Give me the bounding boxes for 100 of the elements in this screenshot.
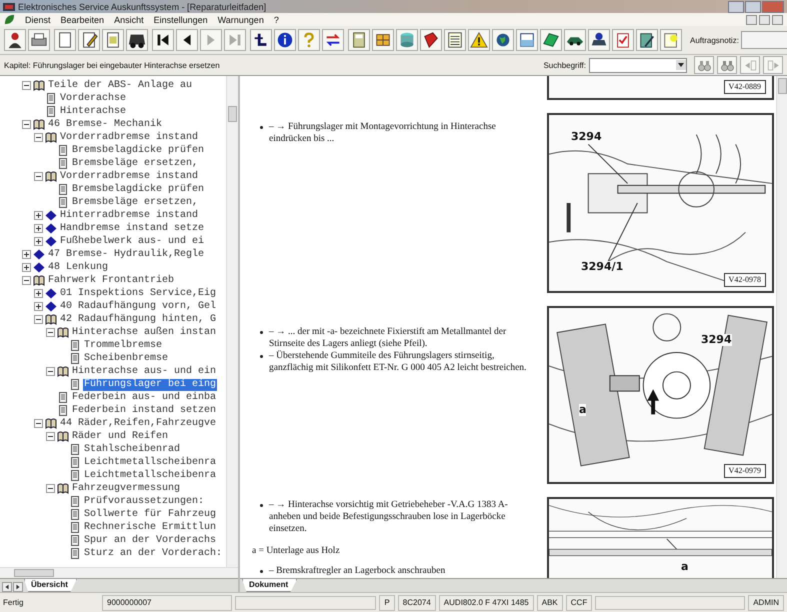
tree-item[interactable]: Bremsbelagdicke prüfen <box>71 184 206 196</box>
warning-button[interactable] <box>468 29 490 51</box>
tree-item[interactable]: Hinterachse aus- und ein <box>71 366 218 378</box>
scrollbar-thumb[interactable] <box>228 106 237 122</box>
expand-toggle[interactable] <box>34 289 43 298</box>
tree-item[interactable]: Räder und Reifen <box>71 430 170 442</box>
scrollbar-thumb[interactable] <box>14 569 54 577</box>
menu-item[interactable]: Warnungen <box>218 14 264 24</box>
vehicle-info-button[interactable] <box>588 29 610 51</box>
collapse-toggle[interactable] <box>34 133 43 142</box>
tab[interactable]: Übersicht <box>24 579 77 592</box>
scrollbar[interactable] <box>226 76 238 567</box>
tray-button[interactable] <box>516 29 538 51</box>
tree-item[interactable]: Vorderradbremse instand <box>59 132 200 144</box>
globe-button[interactable] <box>492 29 514 51</box>
book-button[interactable] <box>420 29 442 51</box>
tree-item[interactable]: Fußhebelwerk aus- und ei <box>59 236 206 248</box>
list-button[interactable] <box>444 29 466 51</box>
search-combobox[interactable] <box>589 58 687 72</box>
checklist-button[interactable] <box>612 29 634 51</box>
tree-item[interactable]: Teile der ABS- Anlage au <box>47 80 194 92</box>
folder-button[interactable] <box>540 29 562 51</box>
tree-item[interactable]: Sollwerte für Fahrzeug <box>83 508 218 520</box>
tree-item[interactable]: Trommelbremse <box>83 340 164 352</box>
tree-item[interactable]: Scheibenbremse <box>83 352 170 364</box>
collapse-toggle[interactable] <box>34 419 43 428</box>
tree-item[interactable]: Führungslager bei eing <box>83 378 218 390</box>
expand-toggle[interactable] <box>22 250 31 259</box>
expand-toggle[interactable] <box>22 263 31 272</box>
tree-item[interactable]: Bremsbeläge ersetzen, <box>71 158 200 170</box>
info-button[interactable] <box>274 29 296 51</box>
expand-toggle[interactable] <box>34 237 43 246</box>
first-button[interactable] <box>152 29 174 51</box>
tree-item[interactable]: Fahrzeugvermessung <box>71 482 182 494</box>
tree-item[interactable]: Vorderradbremse instand <box>59 170 200 182</box>
vehicle-button[interactable] <box>126 29 148 51</box>
document-button[interactable] <box>102 29 124 51</box>
vehicle-view-button[interactable] <box>564 29 586 51</box>
tree-item[interactable]: 47 Bremse- Hydraulik,Regle <box>47 248 206 260</box>
tree-item[interactable]: Stahlscheibenrad <box>83 444 182 456</box>
collapse-toggle[interactable] <box>22 120 31 129</box>
calculator-button[interactable] <box>348 29 370 51</box>
tree-item[interactable]: Bremsbelagdicke prüfen <box>71 144 206 156</box>
collapse-toggle[interactable] <box>46 367 55 376</box>
tree-item[interactable]: Federbein instand setzen <box>71 404 218 416</box>
tree-item[interactable]: Hinterachse außen instan <box>71 326 218 338</box>
collapse-toggle[interactable] <box>34 315 43 324</box>
database-button[interactable] <box>396 29 418 51</box>
collapse-toggle[interactable] <box>46 484 55 493</box>
tree-item[interactable]: Rechnerische Ermittlun <box>83 522 218 534</box>
tab[interactable]: Dokument <box>242 579 298 592</box>
menu-item[interactable]: Einstellungen <box>154 14 208 24</box>
search-button[interactable] <box>694 56 714 74</box>
minimize-button[interactable] <box>728 0 744 12</box>
tree-item[interactable]: Vorderachse <box>59 92 128 104</box>
return-button[interactable] <box>250 29 272 51</box>
tree-item[interactable]: Bremsbeläge ersetzen, <box>71 196 200 208</box>
restore-button[interactable] <box>759 14 770 24</box>
print-button[interactable] <box>28 29 50 51</box>
tree-item[interactable]: Federbein aus- und einba <box>71 392 218 404</box>
tree-item[interactable]: 44 Räder,Reifen,Fahrzeugve <box>59 418 218 430</box>
tree-item[interactable]: Handbremse instand setze <box>59 222 206 234</box>
scrollbar[interactable] <box>0 567 238 578</box>
tree-item[interactable]: Fahrwerk Frontantrieb <box>47 274 176 286</box>
expand-toggle[interactable] <box>34 211 43 220</box>
expand-toggle[interactable] <box>34 302 43 311</box>
user-button[interactable] <box>4 29 26 51</box>
scroll-left-icon[interactable] <box>2 582 12 592</box>
notes-button[interactable] <box>636 29 658 51</box>
collapse-toggle[interactable] <box>34 172 43 181</box>
minimize-button[interactable] <box>746 14 757 24</box>
tree-item[interactable]: Hinterradbremse instand <box>59 210 200 222</box>
hint-button[interactable] <box>660 29 682 51</box>
close-button[interactable] <box>772 14 783 24</box>
collapse-toggle[interactable] <box>46 432 55 441</box>
collapse-toggle[interactable] <box>22 276 31 285</box>
tree-item[interactable]: Sturz an der Vorderach: <box>83 548 224 560</box>
tree-item[interactable]: Hinterachse <box>59 106 128 118</box>
menu-item[interactable]: Ansicht <box>114 14 144 24</box>
tree-item[interactable]: Spur an der Vorderachs <box>83 534 218 546</box>
edit-button[interactable] <box>78 29 100 51</box>
tree-item[interactable]: 01 Inspektions Service,Eig <box>59 288 218 300</box>
tree-item[interactable]: 42 Radaufhängung hinten, G <box>59 314 218 326</box>
swap-button[interactable] <box>322 29 344 51</box>
menu-item[interactable]: Dienst <box>25 14 51 24</box>
scrollbar[interactable] <box>776 76 787 578</box>
previous-button[interactable] <box>176 29 198 51</box>
scroll-right-icon[interactable] <box>13 582 23 592</box>
tree-item[interactable]: 46 Bremse- Mechanik <box>47 118 164 130</box>
expand-toggle[interactable] <box>34 224 43 233</box>
tree-item[interactable]: 48 Lenkung <box>47 262 110 274</box>
tree-item[interactable]: Leichtmetallscheibenra <box>83 456 218 468</box>
tree-item[interactable]: Prüfvoraussetzungen: <box>83 496 206 508</box>
tree-item[interactable]: Leichtmetallscheibenra <box>83 470 218 482</box>
menu-item[interactable]: ? <box>274 14 279 24</box>
search-next-button[interactable] <box>717 56 737 74</box>
collapse-toggle[interactable] <box>22 81 31 90</box>
tree-item[interactable]: 40 Radaufhängung vorn, Gel <box>59 300 218 312</box>
box-button[interactable] <box>372 29 394 51</box>
menu-item[interactable]: Bearbeiten <box>60 14 104 24</box>
